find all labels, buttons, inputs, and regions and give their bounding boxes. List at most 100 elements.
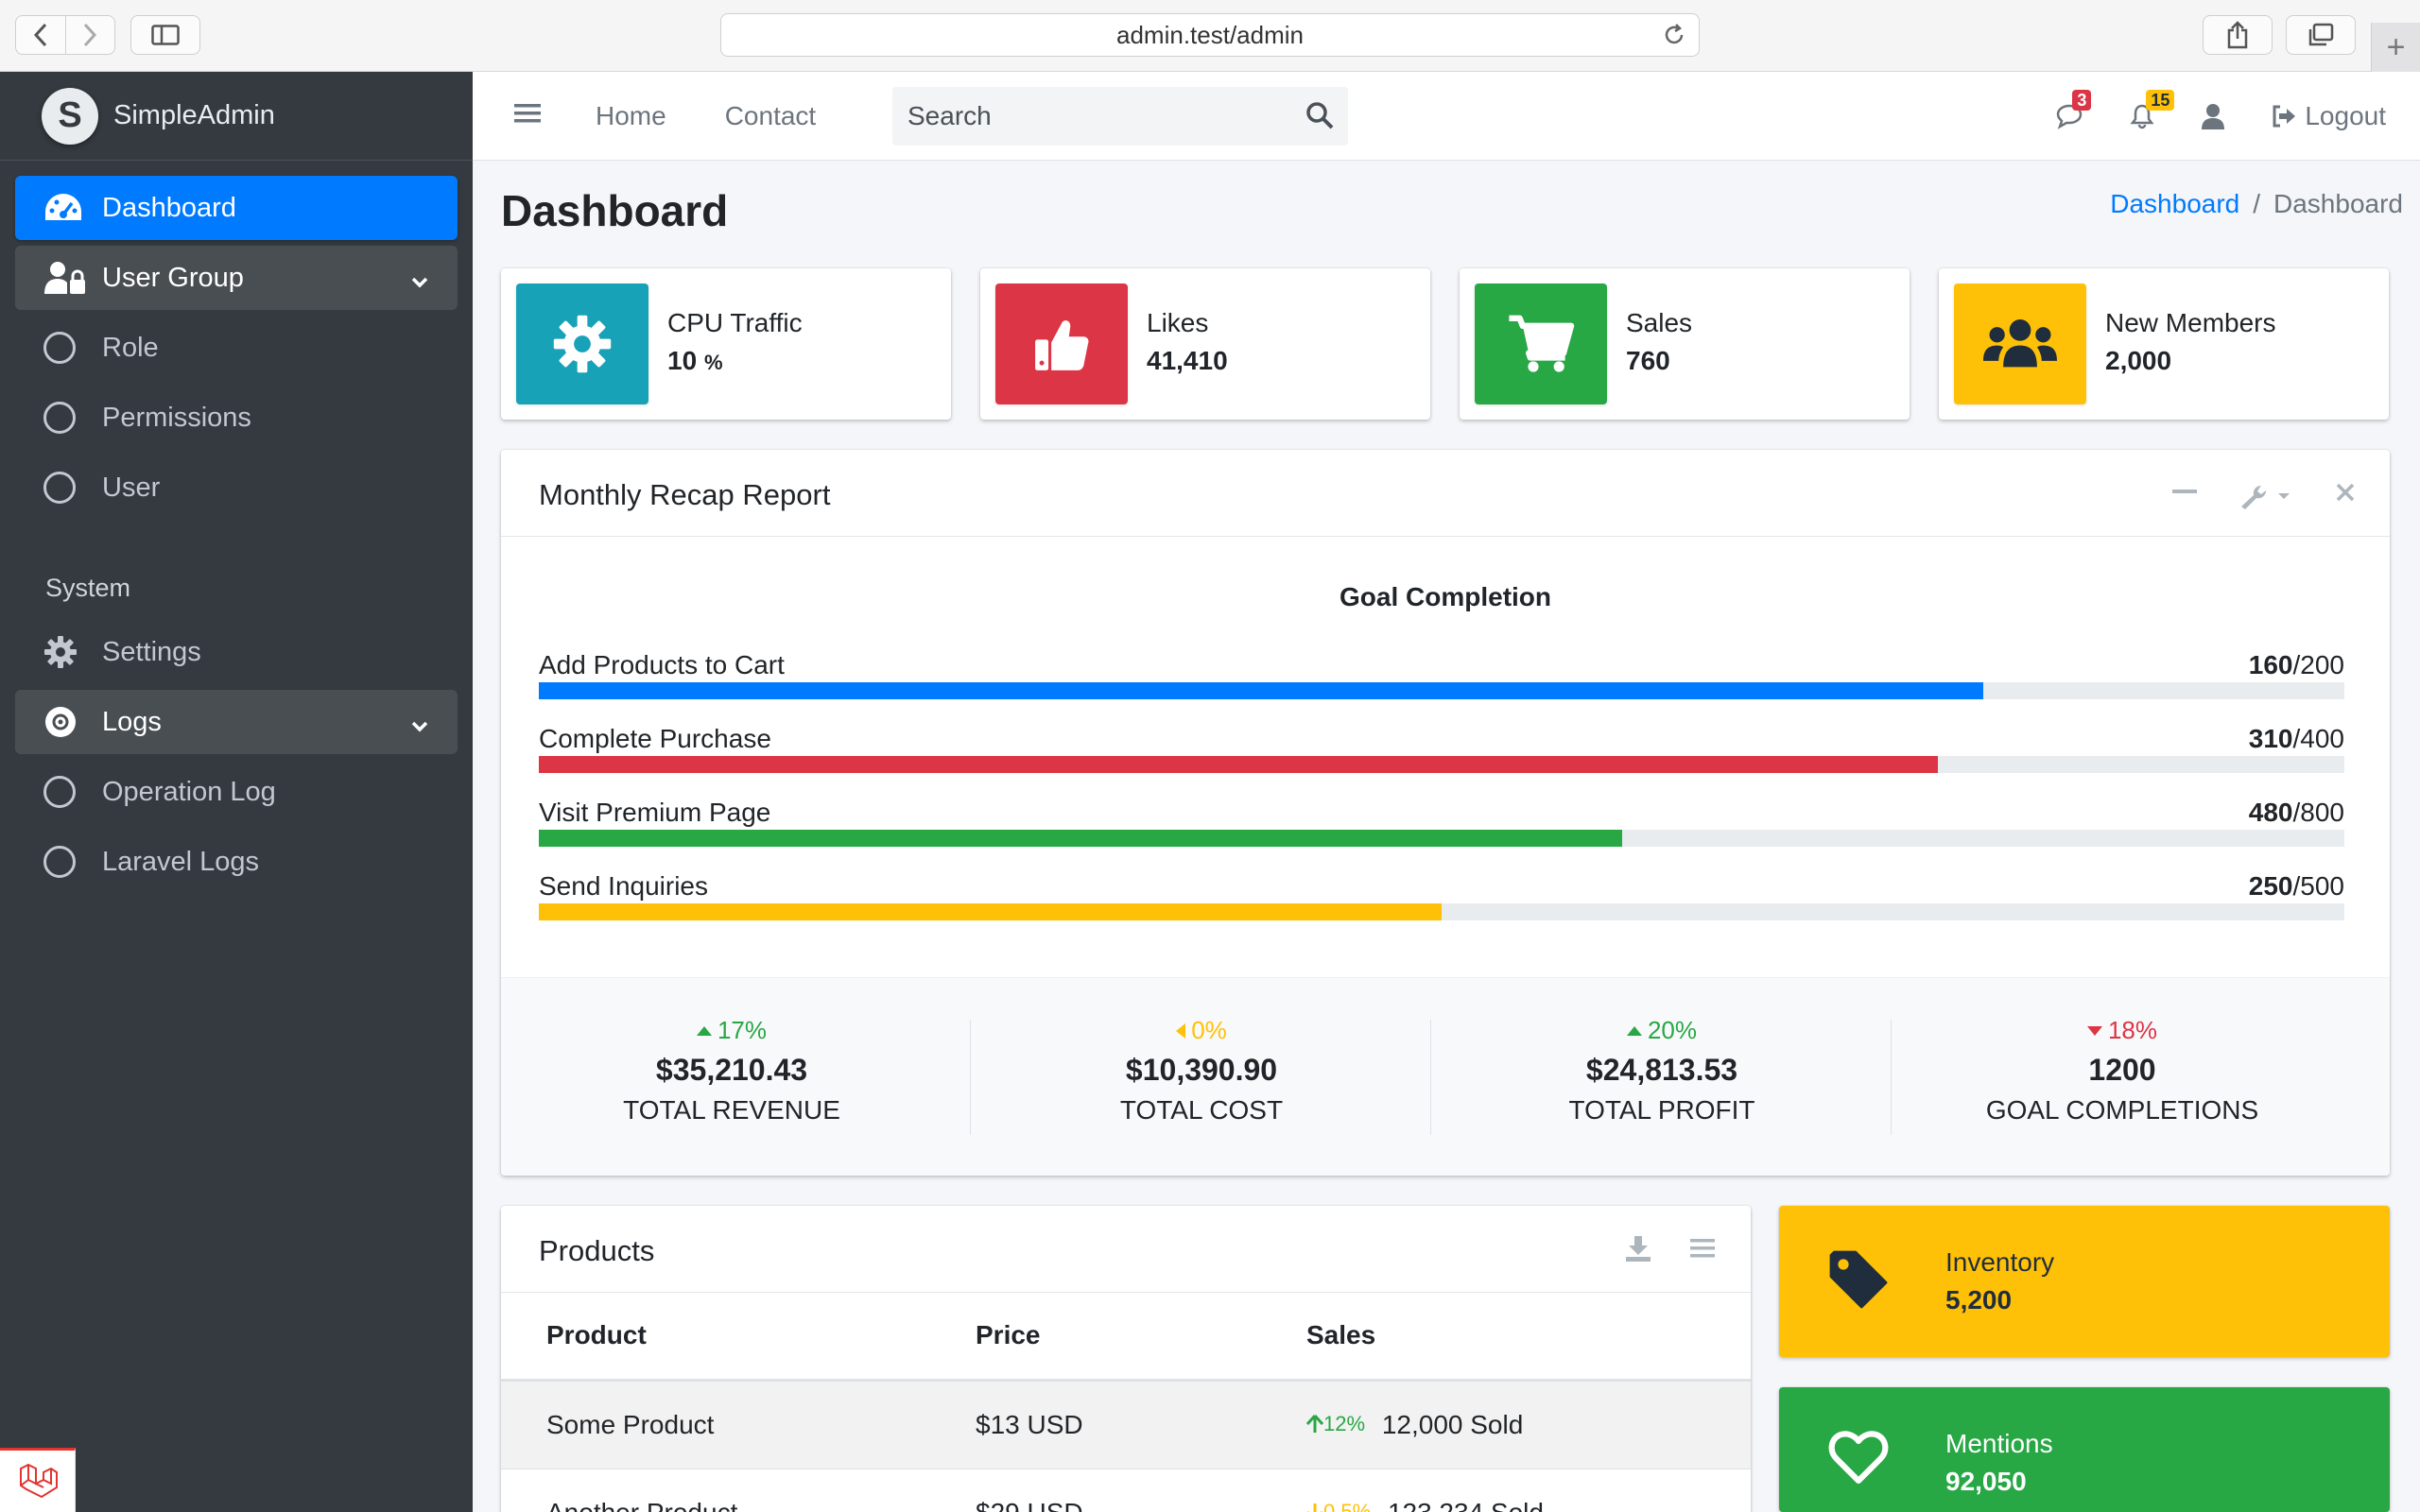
nav-link-contact[interactable]: Contact [725,101,817,131]
circle-icon [43,776,76,808]
gear-icon [43,635,89,669]
download-icon[interactable] [1624,1234,1652,1263]
brand-name: SimpleAdmin [113,100,275,130]
info-box-value: 10 % [667,346,723,375]
sales-change: 12% [1306,1412,1365,1436]
history-nav [15,15,115,55]
info-box-label: New Members [2105,308,2276,337]
sidebar-item-settings[interactable]: Settings [15,620,458,684]
sidebar-item-label: User [102,472,161,503]
breadcrumb-link[interactable]: Dashboard [2110,189,2239,218]
hamburger-menu-icon[interactable] [514,102,543,129]
nav-link-home[interactable]: Home [596,101,666,131]
column-header: Sales [1306,1293,1751,1382]
table-cell: $29 USD [976,1468,1306,1512]
address-bar[interactable]: admin.test/admin [720,13,1700,57]
caret-left-icon [1176,1022,1186,1039]
thumbs-up-icon [1035,320,1089,370]
progress-group: Add Products to Cart 160/200 [539,650,2344,716]
search-input[interactable]: Search [892,87,1348,146]
progress-fill [539,756,1939,773]
logout-button[interactable]: Logout [2271,101,2386,131]
messages-badge: 3 [2072,90,2092,111]
close-icon[interactable] [2335,482,2356,503]
back-icon[interactable] [16,16,65,54]
info-box-unit: % [703,351,723,374]
brand-logo: S [42,87,98,145]
sidebar-item-operation-log[interactable]: Operation Log [15,760,458,824]
brand-link[interactable]: S SimpleAdmin [0,72,473,161]
laravel-logo-icon[interactable] [0,1448,76,1512]
info-box-icon [516,284,648,404]
stat-amount: $35,210.43 [655,1053,808,1087]
sidebar-item-label: Operation Log [102,776,276,807]
search-icon[interactable] [1305,100,1335,137]
column-header: Product [501,1293,976,1382]
bars-icon[interactable] [1690,1238,1715,1259]
sidebar-item-dashboard[interactable]: Dashboard [15,176,458,240]
user-icon[interactable] [2201,103,2225,129]
sidebar-item-laravel-logs[interactable]: Laravel Logs [15,830,458,894]
sidebar-item-logs[interactable]: Logs [15,690,458,754]
column-header: Price [976,1293,1306,1382]
progress-bar [539,830,2344,847]
caret-down-icon [2086,1025,2102,1036]
info-box-label: Inventory [1945,1247,2055,1277]
sidebar-toggle-icon[interactable] [130,15,200,55]
url-text: admin.test/admin [1116,20,1304,49]
recap-footer: 17% $35,210.43 TOTAL REVENUE 0% $10,390.… [501,977,2390,1176]
arrow-up-icon [1306,1414,1323,1433]
stat-amount: 1200 [2088,1053,2156,1087]
sign-out-icon [2273,105,2296,128]
sidebar-item-role[interactable]: Role [15,316,458,380]
progress-fill [539,682,1983,699]
sales-count: 12,000 Sold [1381,1409,1524,1439]
chevron-down-icon [410,268,429,300]
sidebar-item-label: Settings [102,636,201,667]
progress-bar [539,903,2344,920]
gear-icon [553,315,612,373]
info-box-value: 760 [1626,346,1670,375]
info-box-sales: Sales 760 [1460,268,1910,420]
stat-label: TOTAL REVENUE [623,1095,840,1125]
circle-icon [43,472,76,504]
info-box-mentions: Mentions 92,050 [1779,1387,2390,1512]
caret-up-icon [1626,1025,1642,1036]
new-tab-icon[interactable]: + [2371,23,2420,72]
bell-icon[interactable]: 15 [2129,90,2175,129]
tabs-overview-icon[interactable] [2286,15,2356,55]
stat-total-profit: 20% $24,813.53 TOTAL PROFIT [1431,1016,1893,1125]
minus-icon[interactable] [2172,490,2197,495]
navbar-right: 3 15 Logout [2055,72,2420,161]
arrow-down-icon [1307,1503,1322,1512]
progress-label: Complete Purchase [539,724,771,753]
wrench-icon[interactable] [2238,482,2295,510]
user-lock-icon [43,261,89,295]
reload-icon[interactable] [1663,24,1685,53]
stat-amount: $24,813.53 [1585,1053,1738,1087]
circle-icon [43,402,76,434]
table-cell: Another Product [501,1468,976,1512]
share-icon[interactable] [2203,15,2273,55]
stat-goal-completions: 18% 1200 GOAL COMPLETIONS [1892,1016,2353,1125]
tag-icon [1828,1249,1889,1314]
sidebar-item-permissions[interactable]: Permissions [15,386,458,450]
breadcrumb-separator: / [2253,189,2261,218]
progress-group: Complete Purchase 310/400 [539,724,2344,790]
sidebar-item-user[interactable]: User [15,455,458,520]
stat-label: TOTAL PROFIT [1568,1095,1755,1125]
info-box-label: Sales [1626,308,1693,337]
messages-icon[interactable]: 3 [2055,90,2092,129]
card-header: Monthly Recap Report [501,450,2390,537]
breadcrumb-current: Dashboard [2273,189,2403,218]
forward-icon[interactable] [64,16,115,54]
stat-percentage: 17% [501,1016,962,1045]
stat-total-revenue: 17% $35,210.43 TOTAL REVENUE [501,1016,962,1125]
circle-icon [43,332,76,364]
record-icon [43,705,89,739]
stat-amount: $10,390.90 [1125,1053,1278,1087]
logout-label: Logout [2305,101,2386,130]
sidebar-item-user-group[interactable]: User Group [15,246,458,310]
caret-up-icon [696,1025,712,1036]
main-content: Dashboard Dashboard / Dashboard CPU Traffi… [473,161,2420,1512]
